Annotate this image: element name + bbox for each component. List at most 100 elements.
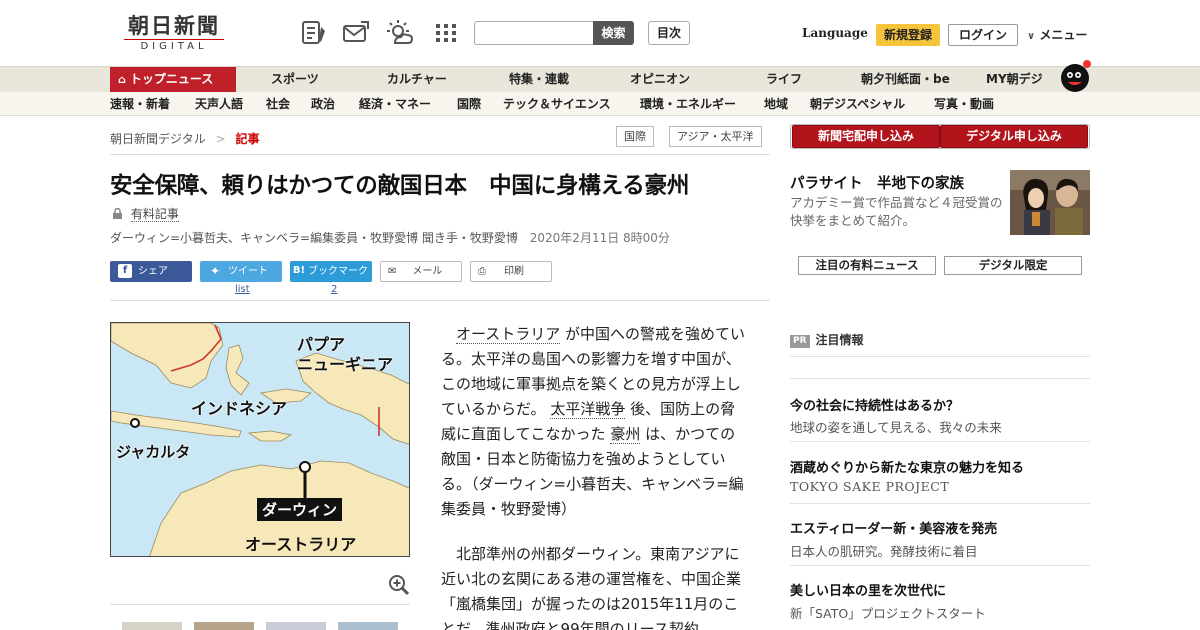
subnav-item[interactable]: 環境・エネルギー bbox=[640, 92, 736, 116]
signup-button[interactable]: 新規登録 bbox=[876, 24, 940, 46]
newspaper-pen-icon[interactable] bbox=[300, 19, 328, 47]
byline-authors: ダーウィン=小暮哲夫、キャンベラ=編集委員・牧野愛博 聞き手・牧野愛博 bbox=[110, 231, 518, 245]
divider bbox=[790, 378, 1090, 379]
subnav-item[interactable]: 写真・動画 bbox=[934, 92, 994, 116]
pr-item-title[interactable]: 美しい日本の里を次世代に bbox=[790, 580, 946, 599]
twitter-bird-icon: ✦ bbox=[209, 264, 221, 278]
divider bbox=[110, 154, 770, 155]
tag-international[interactable]: 国際 bbox=[616, 126, 654, 147]
subnav-item[interactable]: 地域 bbox=[764, 92, 788, 116]
paid-article-label[interactable]: 有料記事 bbox=[130, 207, 179, 222]
pr-item-title[interactable]: 酒蔵めぐりから新たな東京の魅力を知る bbox=[790, 457, 1024, 476]
site-logo[interactable]: 朝日新聞 DIGITAL bbox=[118, 14, 230, 53]
map-label-darwin: ダーウィン bbox=[257, 498, 343, 521]
nav-top-news[interactable]: ⌂ トップニュース bbox=[110, 67, 236, 92]
hatena-bookmark-button[interactable]: B! ブックマーク bbox=[290, 261, 372, 282]
thumbnail[interactable] bbox=[266, 622, 326, 630]
paid-article-badge: 有料記事 bbox=[112, 205, 179, 222]
subnav-item[interactable]: 社会 bbox=[266, 92, 290, 116]
thumbnail[interactable] bbox=[194, 622, 254, 630]
menu-button[interactable]: ∨ メニュー bbox=[1027, 26, 1087, 43]
pr-heading-label: 注目情報 bbox=[815, 333, 864, 347]
subnav-item[interactable]: テック＆サイエンス bbox=[503, 92, 611, 116]
pr-item-subtitle[interactable]: 新「SATO」プロジェクトスタート bbox=[790, 603, 986, 622]
article-title: 安全保障、頼りはかつての敵国日本 中国に身構える豪州 bbox=[110, 173, 690, 199]
mascot-icon bbox=[1061, 60, 1091, 92]
menu-label: メニュー bbox=[1039, 28, 1088, 42]
subnav-item[interactable]: 速報・新着 bbox=[110, 92, 170, 116]
keyword-link-australia-2[interactable]: 豪州 bbox=[610, 425, 641, 444]
print-button[interactable]: ⎙ 印刷 bbox=[470, 261, 552, 282]
tag-asia-pacific[interactable]: アジア・太平洋 bbox=[669, 126, 762, 147]
pr-item-title[interactable]: エスティローダー新・美容液を発売 bbox=[790, 518, 997, 537]
mail-share-button[interactable]: ✉ メール bbox=[380, 261, 462, 282]
breadcrumb-current: 記事 bbox=[235, 132, 260, 146]
publish-date: 2020年2月11日 8時00分 bbox=[529, 231, 670, 245]
toc-button[interactable]: 目次 bbox=[648, 21, 690, 45]
subnav-item[interactable]: 経済・マネー bbox=[359, 92, 431, 116]
pr-item-subtitle[interactable]: 日本人の肌研究。発酵技術に着目 bbox=[790, 541, 978, 560]
home-icon: ⌂ bbox=[118, 73, 126, 86]
nav-item[interactable]: MY朝デジ bbox=[986, 67, 1043, 92]
map-label-jakarta: ジャカルタ bbox=[116, 443, 191, 461]
mail-small-icon: ✉ bbox=[388, 266, 397, 277]
nav-item[interactable]: ライフ bbox=[766, 67, 802, 92]
pr-item-title[interactable]: 今の社会に持続性はあるか？ bbox=[790, 395, 959, 414]
promo-photo bbox=[1010, 170, 1090, 235]
divider bbox=[790, 356, 1090, 357]
breadcrumb-home[interactable]: 朝日新聞デジタル bbox=[110, 132, 206, 146]
divider bbox=[110, 604, 410, 605]
twitter-share-button[interactable]: ✦ ツイート bbox=[200, 261, 282, 282]
language-link[interactable]: Language bbox=[802, 26, 868, 40]
subnav-item[interactable]: 政治 bbox=[311, 92, 335, 116]
print-label: 印刷 bbox=[504, 266, 524, 277]
keyword-link-australia[interactable]: オーストラリア bbox=[456, 325, 561, 344]
breadcrumb: 朝日新聞デジタル > 記事 bbox=[110, 130, 260, 147]
divider bbox=[790, 565, 1090, 566]
map-label-png: パプア ニューギニア bbox=[297, 335, 394, 374]
nav-item[interactable]: オピニオン bbox=[630, 67, 690, 92]
nav-top-news-label: トップニュース bbox=[129, 72, 214, 86]
mail-icon[interactable] bbox=[342, 19, 370, 47]
search-button[interactable]: 検索 bbox=[593, 21, 634, 45]
tab-digital-only[interactable]: デジタル限定 bbox=[944, 256, 1082, 275]
thumbnail[interactable] bbox=[338, 622, 398, 630]
digital-subscribe-button[interactable]: デジタル申し込み bbox=[940, 125, 1088, 148]
nav-item[interactable]: カルチャー bbox=[387, 67, 447, 92]
subnav-item[interactable]: 朝デジスペシャル bbox=[810, 92, 905, 116]
nav-item[interactable]: 朝夕刊紙面・be bbox=[861, 67, 950, 92]
twitter-count[interactable]: list bbox=[235, 284, 250, 295]
nav-item[interactable]: スポーツ bbox=[271, 67, 319, 92]
chevron-down-icon: ∨ bbox=[1027, 31, 1036, 42]
login-button[interactable]: ログイン bbox=[948, 24, 1018, 46]
hatena-icon: B! bbox=[292, 265, 306, 276]
lock-icon bbox=[113, 207, 122, 219]
main-nav: ⌂ トップニュース スポーツ カルチャー 特集・連載 オピニオン ライフ 朝夕刊紙… bbox=[0, 60, 1200, 92]
promo-title[interactable]: パラサイト 半地下の家族 bbox=[790, 172, 964, 193]
keyword-link-pacific-war[interactable]: 太平洋戦争 bbox=[550, 400, 626, 419]
search-input[interactable] bbox=[474, 21, 594, 45]
pr-section-heading: PR 注目情報 bbox=[790, 331, 864, 348]
subnav-item[interactable]: 天声人語 bbox=[195, 92, 243, 116]
thumbnail[interactable] bbox=[122, 622, 182, 630]
facebook-share-button[interactable]: f シェア bbox=[110, 261, 192, 282]
pr-item-subtitle[interactable]: TOKYO SAKE PROJECT bbox=[790, 479, 949, 494]
article-map-image[interactable]: パプア ニューギニア インドネシア ジャカルタ ダーウィン オーストラリア bbox=[110, 322, 410, 557]
pr-item-subtitle[interactable]: 地球の姿を通して見える、我々の未来 bbox=[790, 417, 1002, 436]
print-icon: ⎙ bbox=[478, 266, 486, 277]
promo-image[interactable] bbox=[1010, 170, 1090, 235]
tab-featured-paid-news[interactable]: 注目の有料ニュース bbox=[798, 256, 936, 275]
weather-icon[interactable] bbox=[386, 19, 414, 47]
grid-menu-icon[interactable] bbox=[432, 19, 460, 47]
subnav-item[interactable]: 国際 bbox=[457, 92, 481, 116]
sub-nav: 速報・新着 天声人語 社会 政治 経済・マネー 国際 テック＆サイエンス 環境・… bbox=[0, 92, 1200, 116]
hatena-count[interactable]: 2 bbox=[331, 284, 337, 295]
divider bbox=[110, 300, 770, 301]
newspaper-subscribe-button[interactable]: 新聞宅配申し込み bbox=[792, 125, 940, 148]
nav-item[interactable]: 特集・連載 bbox=[509, 67, 569, 92]
divider bbox=[790, 503, 1090, 504]
map-label-australia: オーストラリア bbox=[245, 535, 357, 554]
site-header: 朝日新聞 DIGITAL 検索 目次 Language 新規登録 ログイン ∨ bbox=[0, 0, 1200, 66]
article-paragraph-1: オーストラリア が中国への警戒を強めている。太平洋の島国への影響力を増す中国が、… bbox=[441, 322, 746, 522]
zoom-in-icon[interactable] bbox=[388, 574, 410, 596]
